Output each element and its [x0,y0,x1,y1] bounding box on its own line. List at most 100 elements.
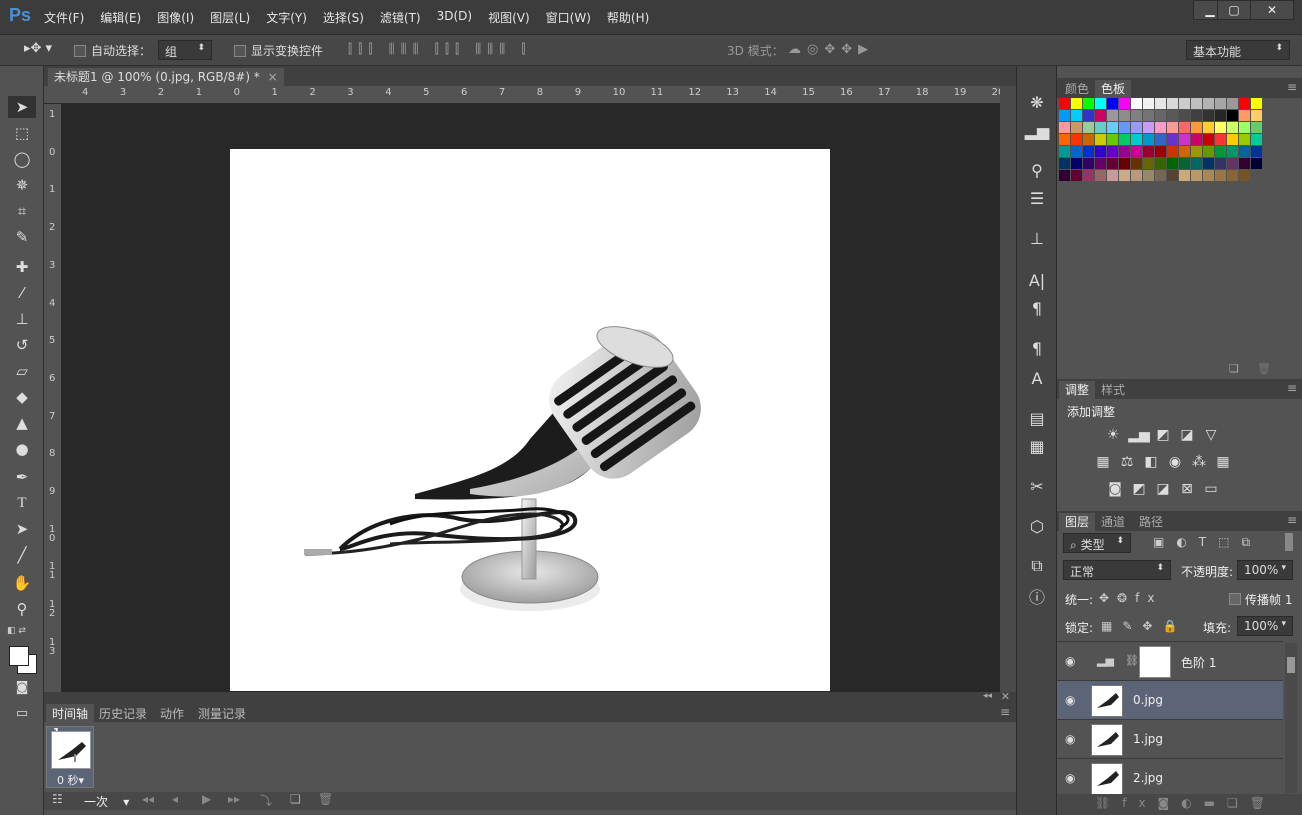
color-swatch[interactable] [1215,98,1226,109]
opacity-input[interactable]: 100% ▾ [1237,560,1293,580]
notes-icon[interactable]: ▦ [1025,436,1049,456]
posterize-icon[interactable]: ◩ [1130,480,1148,498]
prev-frame-icon[interactable]: ◂ [172,792,178,806]
auto-select-checkbox[interactable] [74,45,86,57]
marquee-tool-icon[interactable]: ⬚ [8,122,36,144]
color-swatch[interactable] [1083,122,1094,133]
document-canvas[interactable] [230,149,830,691]
animation-frame[interactable]: 1 0 秒▾ [46,726,94,788]
color-swatch[interactable] [1095,146,1106,157]
delete-frame-icon[interactable]: 🗑 [318,792,333,806]
blur-tool-icon[interactable]: ▲ [8,412,36,434]
color-swatch[interactable] [1191,122,1202,133]
close-window-button[interactable]: ✕ [1250,0,1294,20]
color-swatch[interactable] [1119,122,1130,133]
path-selection-icon[interactable]: ➤ [8,518,36,540]
color-swatch[interactable] [1203,158,1214,169]
invert-icon[interactable]: ◙ [1106,480,1124,498]
levels-icon[interactable]: ▂▅ [1128,426,1150,444]
type-tool-icon[interactable]: T [8,492,36,514]
gradient-map-icon[interactable]: ⊠ [1178,480,1196,498]
color-swatch[interactable] [1059,134,1070,145]
quick-mask-icon[interactable]: ◙ [8,676,36,698]
history-brush-icon[interactable]: ↺ [8,334,36,356]
brush-settings-icon[interactable]: ☰ [1025,188,1049,208]
document-tab[interactable]: 未标题1 @ 100% (0.jpg, RGB/8#) * × [48,68,284,86]
color-swatch[interactable] [1095,134,1106,145]
align-icons[interactable]: ⫿⫿⫿ ⫼⫼⫼ ⫿⫿⫿ ⫼⫼⫼ ⫿ [348,42,532,57]
color-swatch[interactable] [1167,98,1178,109]
scroll-thumb[interactable] [1287,657,1295,673]
panel-menu-icon[interactable]: ≡ [1287,381,1297,395]
color-swatch[interactable] [1071,170,1082,181]
color-swatch[interactable] [1107,146,1118,157]
tab-adjustments[interactable]: 调整 [1059,381,1096,399]
color-swatch[interactable] [1119,134,1130,145]
color-swatch[interactable] [1239,122,1250,133]
color-swatch[interactable] [1131,146,1142,157]
fill-input[interactable]: 100% ▾ [1237,616,1293,636]
menu-help[interactable]: 帮助(H) [607,9,649,26]
default-colors-icon[interactable]: ◧ ⇄ [7,626,26,636]
color-swatch[interactable] [1071,158,1082,169]
swatch-grid[interactable] [1059,98,1275,182]
menu-view[interactable]: 视图(V) [488,9,530,26]
color-swatch[interactable] [1215,110,1226,121]
color-swatch[interactable] [1191,158,1202,169]
color-swatch[interactable] [1167,110,1178,121]
color-swatch[interactable] [1167,158,1178,169]
color-swatch[interactable] [1143,134,1154,145]
color-swatch[interactable] [1119,170,1130,181]
color-swatch[interactable] [1143,98,1154,109]
layer-row[interactable]: ◉ ▂▅ ⛓ 色阶 1 [1057,641,1283,680]
propagate-checkbox[interactable] [1229,593,1241,605]
color-swatch[interactable] [1059,170,1070,181]
auto-select-dropdown[interactable]: 组 ⬍ [158,40,212,60]
color-swatch[interactable] [1143,122,1154,133]
menu-type[interactable]: 文字(Y) [266,9,307,26]
color-swatch[interactable] [1203,98,1214,109]
tab-color[interactable]: 颜色 [1059,80,1095,98]
color-swatch[interactable] [1215,146,1226,157]
color-swatch[interactable] [1143,110,1154,121]
color-swatch[interactable] [1227,98,1238,109]
color-swatch[interactable] [1251,98,1262,109]
menu-window[interactable]: 窗口(W) [546,9,591,26]
color-swatch[interactable] [1179,122,1190,133]
eraser-icon[interactable]: ▱ [8,360,36,382]
color-swatch[interactable] [1179,170,1190,181]
color-swatch[interactable] [1107,170,1118,181]
color-swatch[interactable] [1227,134,1238,145]
color-swatch[interactable] [1107,158,1118,169]
color-swatch[interactable] [1059,158,1070,169]
filter-toggle[interactable] [1285,533,1293,551]
brightness-icon[interactable]: ☀ [1104,426,1122,444]
color-swatch[interactable] [1083,110,1094,121]
color-swatch[interactable] [1179,158,1190,169]
color-swatch[interactable] [1179,134,1190,145]
color-swatch[interactable] [1179,146,1190,157]
color-swatch[interactable] [1179,110,1190,121]
menu-select[interactable]: 选择(S) [323,9,364,26]
visibility-eye-icon[interactable]: ◉ [1065,693,1075,707]
color-balance-icon[interactable]: ⚖ [1118,453,1136,471]
color-swatch[interactable] [1239,110,1250,121]
color-swatch[interactable] [1143,158,1154,169]
brush-tool-icon[interactable]: ⁄ [8,282,36,304]
color-swatch[interactable] [1119,110,1130,121]
color-swatch[interactable] [1251,134,1262,145]
lasso-tool-icon[interactable]: ◯ [8,148,36,170]
color-swatch[interactable] [1059,122,1070,133]
menu-layer[interactable]: 图层(L) [210,9,250,26]
dodge-tool-icon[interactable]: ● [8,438,36,460]
blend-mode-dropdown[interactable]: 正常 ⬍ [1063,560,1171,580]
color-swatch[interactable] [1191,134,1202,145]
tab-paths[interactable]: 路径 [1133,513,1169,531]
vibrance-icon[interactable]: ▽ [1202,426,1220,444]
color-swatch[interactable] [1155,110,1166,121]
color-swatch[interactable] [1203,134,1214,145]
eyedropper-icon[interactable]: ✎ [8,226,36,248]
move-tool-preset-icon[interactable]: ▸✥ ▾ [24,41,52,56]
menu-3d[interactable]: 3D(D) [437,9,472,26]
collapse-panel-icon[interactable]: ◂◂ [983,691,992,701]
